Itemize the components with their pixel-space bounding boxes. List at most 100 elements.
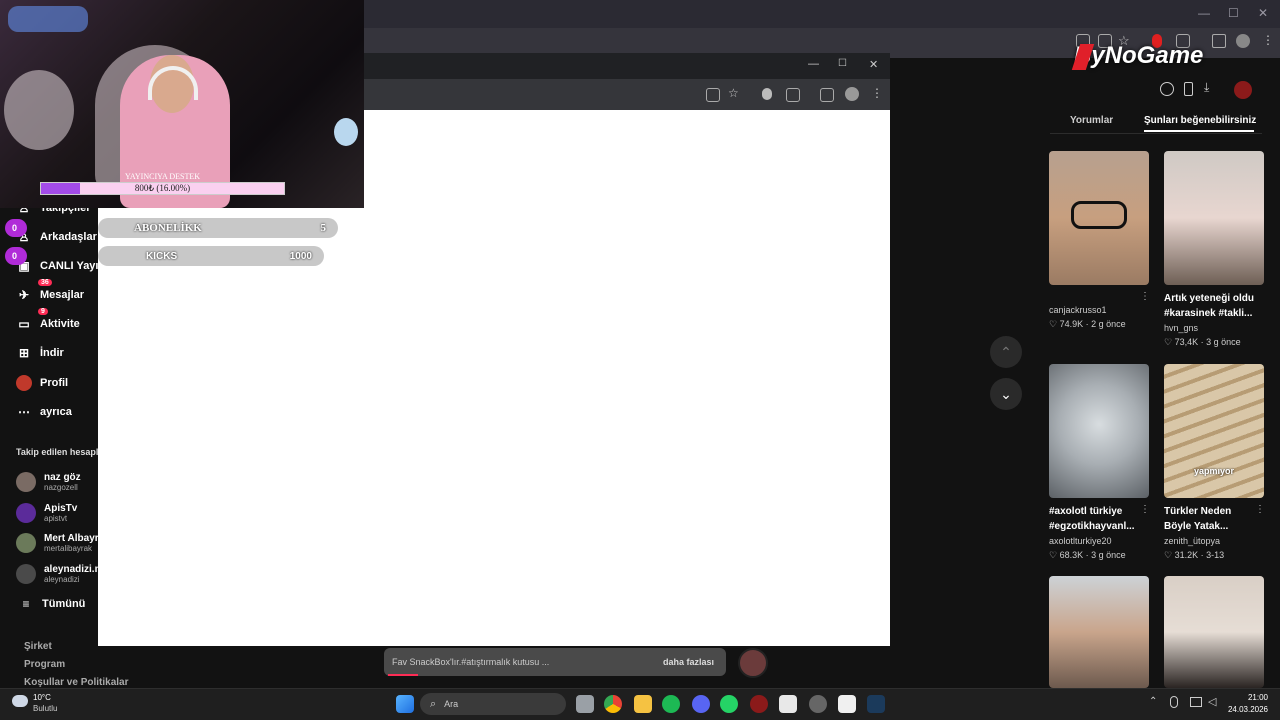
tab-you-may-like[interactable]: Şunları beğenebilirsiniz — [1144, 115, 1256, 126]
menu-icon[interactable]: ⋮ — [1262, 33, 1274, 47]
chrome-icon[interactable] — [604, 695, 622, 713]
network-icon[interactable] — [1190, 697, 1202, 707]
clock-time[interactable]: 21:00 — [1228, 693, 1268, 702]
video-thumbnail[interactable] — [1049, 364, 1149, 498]
see-all-button[interactable]: ≡ Tümünü — [18, 593, 100, 615]
taskbar-search[interactable]: ⌕ Ara — [420, 693, 566, 715]
video-author[interactable]: zenith_ütopya — [1164, 536, 1220, 546]
inner-menu-icon[interactable]: ⋮ — [871, 86, 883, 100]
activity-icon: ▭ — [18, 317, 30, 331]
following-item[interactable]: Mert Albayrakmertalibayrak — [16, 529, 98, 557]
inner-extension-icon[interactable] — [762, 88, 772, 100]
download-icon[interactable]: ⤓ — [1204, 80, 1209, 95]
video-author[interactable]: canjackrusso1 — [1049, 305, 1107, 315]
microphone-icon[interactable] — [1170, 696, 1178, 708]
video-progress[interactable] — [388, 674, 418, 676]
phone-icon[interactable] — [1184, 82, 1193, 96]
video-author[interactable]: axolotlturkiye20 — [1049, 536, 1112, 546]
weather-desc[interactable]: Bulutlu — [33, 704, 57, 713]
user-avatar[interactable] — [1234, 81, 1252, 99]
weather-temp[interactable]: 10°C — [33, 693, 51, 702]
inner-close-icon[interactable]: ✕ — [869, 58, 878, 71]
video-stats: ♡ 73,4K · 3 g önce — [1164, 337, 1241, 347]
video-thumbnail[interactable] — [1049, 151, 1149, 285]
inner-extensions-icon[interactable] — [786, 88, 800, 102]
video-title[interactable]: Türkler Neden Böyle Yatak... — [1164, 504, 1260, 534]
app-steam-icon[interactable] — [809, 695, 827, 713]
more-options-icon[interactable]: ⋮ — [1140, 291, 1150, 302]
inner-maximize-icon[interactable]: ☐ — [838, 58, 847, 69]
avatar — [16, 503, 36, 523]
discord-icon[interactable] — [692, 695, 710, 713]
minimize-icon[interactable]: — — [1198, 6, 1210, 20]
following-item[interactable]: naz göz nazgozell — [16, 468, 98, 496]
video-author[interactable]: hvn_gns — [1164, 323, 1198, 333]
video-thumbnail[interactable]: yapmıyor — [1164, 364, 1264, 498]
next-video-button[interactable]: ⌄ — [990, 378, 1022, 410]
app-red-icon[interactable] — [750, 695, 768, 713]
sidebar-item-activity[interactable]: ▭ 9 Aktivite — [16, 308, 98, 335]
footer-link-terms[interactable]: Koşullar ve Politikalar — [24, 677, 129, 688]
capcut-icon[interactable] — [838, 695, 856, 713]
file-explorer-icon[interactable] — [634, 695, 652, 713]
profile-icon[interactable] — [1236, 34, 1250, 48]
maximize-icon[interactable]: ☐ — [1228, 6, 1239, 20]
footer-link-program[interactable]: Program — [24, 659, 65, 670]
more-options-icon[interactable]: ⋮ — [1255, 504, 1265, 515]
volume-icon[interactable]: ◁ — [1208, 695, 1216, 708]
video-title[interactable]: #axolotl türkiye #egzotikhayvanl... — [1049, 504, 1145, 534]
avatar — [16, 564, 36, 584]
following-item[interactable]: ApisTv apistvt — [16, 499, 98, 527]
creator-avatar[interactable] — [738, 648, 768, 678]
video-stats: ♡ 68.3K · 3 g önce — [1049, 550, 1126, 560]
footer-link-company[interactable]: Şirket — [24, 641, 52, 652]
video-thumbnail[interactable] — [1049, 576, 1149, 688]
video-stats: ♡ 31.2K · 3-13 — [1164, 550, 1225, 560]
sidebar-item-live[interactable]: ▣CANLI Yayın — [16, 255, 98, 277]
clock-date[interactable]: 24.03.2026 — [1218, 705, 1268, 714]
playlist-icon[interactable] — [1212, 34, 1226, 48]
more-options-icon[interactable]: ⋮ — [1140, 504, 1150, 515]
messages-icon: ✈ — [18, 288, 30, 302]
search-icon: ⌕ — [430, 697, 437, 710]
inner-profile-icon[interactable] — [845, 87, 859, 101]
sidebar-item-download[interactable]: ⊞ İndir — [16, 342, 98, 364]
show-hidden-icons[interactable]: ⌃ — [1149, 696, 1157, 707]
active-tab-indicator — [1144, 130, 1254, 132]
inner-translate-icon[interactable] — [706, 88, 720, 102]
video-thumbnail[interactable] — [1164, 576, 1264, 688]
compass-icon[interactable] — [1160, 82, 1174, 96]
whatsapp-icon[interactable] — [720, 695, 738, 713]
tab-divider — [1050, 133, 1262, 134]
video-thumbnail[interactable] — [1164, 151, 1264, 285]
list-icon: ≡ — [22, 597, 30, 611]
more-link[interactable]: daha fazlası — [663, 657, 714, 667]
app-mail-icon[interactable] — [779, 695, 797, 713]
crown-logo — [8, 6, 88, 32]
following-item[interactable]: aleynadizi.m aleynadizi — [16, 560, 98, 588]
windows-start-icon[interactable] — [396, 695, 414, 713]
plush-toy — [334, 118, 358, 146]
sidebar-item-profile[interactable]: Profil — [16, 372, 98, 394]
spotify-icon[interactable] — [662, 695, 680, 713]
steam-icon[interactable] — [867, 695, 885, 713]
previous-video-button[interactable]: ⌃ — [990, 336, 1022, 368]
support-progress-text: 800₺ (16.00%) — [134, 183, 191, 193]
inner-playlist-icon[interactable] — [820, 88, 834, 102]
sidebar-item-messages[interactable]: ✈ 36 Mesajlar — [16, 279, 98, 306]
video-caption-bar[interactable]: Fav SnackBox'lır.#atıştırmalık kutusu ..… — [384, 648, 726, 676]
sidebar-item-more[interactable]: ⋯ ayrıca — [16, 401, 98, 423]
sidebar-item-friends[interactable]: ♙ Arkadaşlar — [16, 226, 98, 248]
video-title[interactable]: Artık yeteneği oldu #karasinek #takli... — [1164, 291, 1260, 321]
subscriptions-goal: ABONELİKK 5 — [98, 218, 338, 238]
teddy-bear — [4, 70, 74, 150]
download-icon: ⊞ — [18, 346, 30, 360]
inner-star-icon[interactable]: ☆ — [728, 86, 739, 100]
inner-minimize-icon[interactable]: — — [808, 58, 819, 70]
tab-comments[interactable]: Yorumlar — [1070, 115, 1113, 126]
close-icon[interactable]: ✕ — [1258, 6, 1268, 20]
thumbnail-caption: yapmıyor — [1193, 466, 1235, 476]
video-stats: ♡ 74.9K · 2 g önce — [1049, 319, 1126, 329]
inner-window-toolbar — [364, 79, 890, 110]
task-view-icon[interactable] — [576, 695, 594, 713]
